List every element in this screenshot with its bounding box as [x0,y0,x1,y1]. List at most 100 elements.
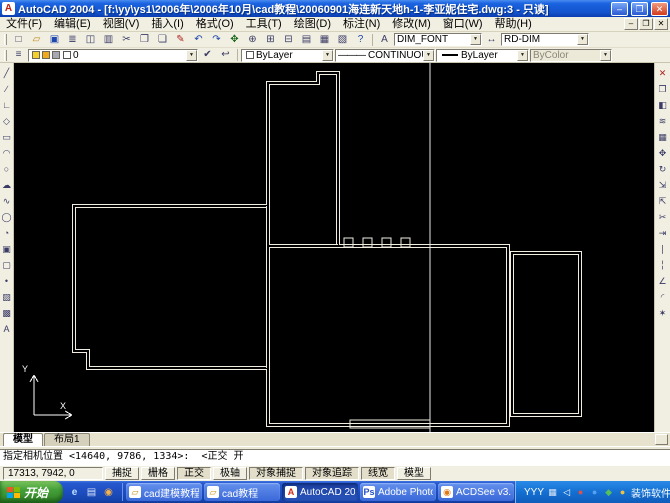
tab-model[interactable]: 模型 [3,433,43,446]
break-button[interactable]: ╎ [656,257,670,273]
grid-toggle[interactable]: 栅格 [141,467,175,480]
dropdown-arrow-icon[interactable]: ▼ [470,34,481,45]
plot-button[interactable]: ≣ [64,33,81,47]
otrack-toggle[interactable]: 对象追踪 [305,467,359,480]
stretch-button[interactable]: ⇱ [656,193,670,209]
redo-button[interactable]: ↷ [208,33,225,47]
erase-button[interactable]: ✕ [656,65,670,81]
line-button[interactable]: ╱ [0,65,14,81]
undo-button[interactable]: ↶ [190,33,207,47]
dropdown-arrow-icon[interactable]: ▼ [423,50,434,61]
mdi-close-button[interactable]: ✕ [654,18,668,30]
tray-app-blue-icon[interactable]: ● [589,487,600,498]
explode-button[interactable]: ✶ [656,305,670,321]
layer-previous-button[interactable]: ↩ [217,48,234,62]
taskbar-acdsee[interactable]: ◉ACDSee v3.1... [438,483,514,501]
move-button[interactable]: ✥ [656,145,670,161]
taskbar-cad-tutorial[interactable]: ▱cad教程 [204,483,280,501]
text-style-combo[interactable]: DIM_FONT ▼ [394,33,482,46]
text-style-button[interactable]: A [376,33,393,47]
revcloud-button[interactable]: ☁ [0,177,14,193]
arc-button[interactable]: ◠ [0,145,14,161]
internet-explorer-icon[interactable]: e [67,485,82,500]
menu-dimension[interactable]: 标注(N) [337,17,386,31]
ime-indicator[interactable]: YYY [524,487,544,498]
rectangle-button[interactable]: ▭ [0,129,14,145]
designcenter-button[interactable]: ▦ [316,33,333,47]
fillet-button[interactable]: ◜ [656,289,670,305]
menu-view[interactable]: 视图(V) [97,17,146,31]
polyline-button[interactable]: ∟ [0,97,14,113]
taskbar-cad-modeling-tutorial[interactable]: ▱cad建模教程 [126,483,202,501]
start-button[interactable]: 开始 [0,481,63,503]
tool-palettes-button[interactable]: ▧ [334,33,351,47]
dropdown-arrow-icon[interactable]: ▼ [322,50,333,61]
publish-button[interactable]: ▥ [100,33,117,47]
close-button[interactable]: ✕ [651,2,668,16]
plot-preview-button[interactable]: ◫ [82,33,99,47]
color-combo[interactable]: ByLayer ▼ [241,49,334,62]
scale-button[interactable]: ⇲ [656,177,670,193]
menu-file[interactable]: 文件(F) [0,17,48,31]
toolbar-grip[interactable] [4,50,7,61]
tab-scroll-button[interactable] [655,434,668,445]
construction-line-button[interactable]: ∕ [0,81,14,97]
properties-button[interactable]: ▤ [298,33,315,47]
layer-combo[interactable]: 0 ▼ [28,49,198,62]
coordinate-readout[interactable]: 17313, 7942, 0 [3,467,103,480]
chamfer-button[interactable]: ∠ [656,273,670,289]
make-layer-current-button[interactable]: ✔ [199,48,216,62]
linetype-combo[interactable]: ——— CONTINUOUS ▼ [335,49,435,62]
cut-button[interactable]: ✂ [118,33,135,47]
tray-shield-icon[interactable]: ◆ [603,487,614,498]
show-desktop-icon[interactable]: ▤ [84,485,99,500]
paste-button[interactable]: ❏ [154,33,171,47]
dropdown-arrow-icon[interactable]: ▼ [577,34,588,45]
ime-grid-icon[interactable]: ▦ [547,487,558,498]
match-properties-button[interactable]: ✎ [172,33,189,47]
lineweight-combo[interactable]: ByLayer ▼ [436,49,529,62]
help-button[interactable]: ? [352,33,369,47]
trim-button[interactable]: ✂ [656,209,670,225]
ortho-toggle[interactable]: 正交 [177,467,211,480]
polygon-button[interactable]: ◇ [0,113,14,129]
ellipse-arc-button[interactable]: ◔ [0,225,14,241]
menu-edit[interactable]: 编辑(E) [48,17,97,31]
rotate-button[interactable]: ↻ [656,161,670,177]
spline-button[interactable]: ∿ [0,193,14,209]
taskbar-photoshop[interactable]: PsAdobe Photo... [360,483,436,501]
copy-object-button[interactable]: ❐ [656,81,670,97]
zoom-window-button[interactable]: ⊞ [262,33,279,47]
save-button[interactable]: ▣ [46,33,63,47]
tab-layout1[interactable]: 布局1 [44,433,90,446]
circle-button[interactable]: ○ [0,161,14,177]
restore-button[interactable]: ❐ [631,2,648,16]
extend-button[interactable]: ⇥ [656,225,670,241]
dropdown-arrow-icon[interactable]: ▼ [517,50,528,61]
media-player-icon[interactable]: ◉ [101,485,116,500]
menu-modify[interactable]: 修改(M) [386,17,437,31]
taskbar-autocad[interactable]: AAutoCAD 200... [282,483,358,501]
pan-button[interactable]: ✥ [226,33,243,47]
snap-toggle[interactable]: 捕捉 [105,467,139,480]
lineweight-toggle[interactable]: 线宽 [361,467,395,480]
dim-style-button[interactable]: ↔ [483,33,500,47]
menu-draw[interactable]: 绘图(D) [288,17,337,31]
minimize-button[interactable]: – [611,2,628,16]
point-button[interactable]: • [0,273,14,289]
polar-toggle[interactable]: 极轴 [213,467,247,480]
copy-button[interactable]: ❐ [136,33,153,47]
hatch-button[interactable]: ▨ [0,289,14,305]
dim-style-combo[interactable]: RD-DIM ▼ [501,33,589,46]
break-at-point-button[interactable]: ∣ [656,241,670,257]
menu-insert[interactable]: 插入(I) [145,17,189,31]
qnew-button[interactable]: □ [10,33,27,47]
toolbar-grip[interactable] [4,34,7,45]
menu-tools[interactable]: 工具(T) [240,17,288,31]
array-button[interactable]: ▦ [656,129,670,145]
tray-volume-icon[interactable]: ◁ [561,487,572,498]
menu-window[interactable]: 窗口(W) [437,17,489,31]
drawing-canvas[interactable]: Y X [14,63,654,432]
menu-help[interactable]: 帮助(H) [489,17,538,31]
model-toggle[interactable]: 模型 [397,467,431,480]
